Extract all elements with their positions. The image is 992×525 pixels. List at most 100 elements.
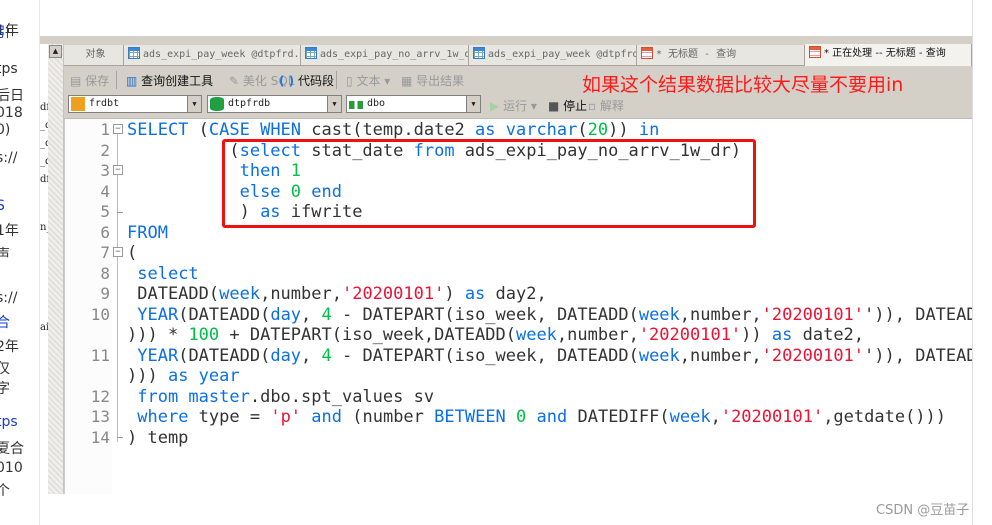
query-builder-icon: ▥ bbox=[126, 74, 138, 88]
code-token: (DATEADD( bbox=[178, 345, 271, 366]
browser-text-fragment: 018 bbox=[0, 105, 23, 121]
code-snippet-button[interactable]: ( ) 代码段 bbox=[279, 72, 334, 89]
code-token: ) bbox=[444, 284, 465, 304]
code-line: 1− SELECT (CASE WHEN cast(temp.date2 as v… bbox=[64, 120, 972, 141]
code-text: DATEADD(week,number,'20200101') as day2, bbox=[127, 284, 546, 305]
query-builder-button[interactable]: ▥ 查询创建工具 bbox=[126, 72, 213, 89]
code-line: 8 select bbox=[64, 264, 972, 285]
explain-label: 解释 bbox=[599, 99, 624, 113]
code-token: 100 bbox=[188, 325, 220, 345]
code-token: ( bbox=[188, 120, 209, 140]
schema-select[interactable]: dbo ▼ bbox=[346, 95, 481, 113]
code-line: 12 from master.dbo.spt_values sv bbox=[64, 387, 972, 408]
stop-icon: ■ bbox=[548, 99, 560, 113]
line-number: 12 bbox=[90, 386, 110, 406]
tab-5[interactable]: * 正在处理 -- 无标题 - 查询 bbox=[805, 44, 972, 66]
tab-label: ads_expi_pay_week @dtpfrd... bbox=[488, 49, 636, 60]
fold-toggle-icon[interactable]: − bbox=[113, 124, 123, 134]
code-token: ))) bbox=[127, 325, 158, 345]
fold-end-icon bbox=[117, 428, 123, 438]
database-icon bbox=[210, 97, 224, 111]
code-token: and bbox=[311, 407, 343, 427]
fold-toggle-icon[interactable]: − bbox=[113, 165, 123, 175]
code-token: in bbox=[638, 120, 660, 140]
code-token: as bbox=[771, 325, 793, 345]
export-icon: ▦ bbox=[401, 74, 413, 88]
stop-button[interactable]: ■ 停止 bbox=[548, 97, 587, 114]
browser-text-fragment: 2年 bbox=[0, 339, 19, 355]
code-token: 4 bbox=[321, 345, 332, 366]
code-token: DATEADD( bbox=[127, 284, 220, 304]
database-select[interactable]: dtpfrdb ▼ bbox=[207, 95, 342, 113]
explain-button[interactable]: ▫ 解释 bbox=[588, 97, 624, 114]
code-token: select bbox=[137, 263, 199, 284]
chevron-down-icon[interactable]: ▼ bbox=[466, 96, 480, 112]
tab-2[interactable]: ads_expi_pay_no_arrv_1w_d... bbox=[301, 45, 469, 65]
tab-label: * 正在处理 -- 无标题 - 查询 bbox=[824, 48, 946, 59]
tab-label: * 无标题 - 查询 bbox=[656, 49, 737, 60]
title-area bbox=[40, 0, 972, 36]
highlight-box bbox=[222, 139, 756, 228]
code-token: from master bbox=[137, 386, 250, 407]
line-number: 5 bbox=[100, 202, 110, 221]
tab-label: ads_expi_pay_week @dtpfrd... bbox=[143, 49, 301, 60]
code-token: ,number, bbox=[260, 284, 342, 304]
code-token: '20200101' bbox=[720, 407, 824, 427]
divider bbox=[336, 71, 337, 89]
code-token: )) bbox=[608, 120, 639, 140]
run-button[interactable]: ▶ 运行 ▾ bbox=[490, 97, 537, 114]
browser-text-fragment: 后日 bbox=[0, 88, 24, 104]
code-token: - DATEPART(iso_week, DATEADD( bbox=[331, 304, 639, 325]
chevron-down-icon[interactable]: ▼ bbox=[187, 96, 201, 112]
browser-text-fragment: s:// bbox=[0, 150, 18, 166]
tab-label: ads_expi_pay_no_arrv_1w_d... bbox=[320, 49, 468, 60]
code-text: ) temp bbox=[127, 428, 188, 449]
code-text: from master.dbo.spt_values sv bbox=[127, 387, 434, 408]
browser-text-fragment: 010 bbox=[0, 460, 23, 476]
code-line: 14) temp bbox=[64, 428, 972, 449]
code-token: type = bbox=[188, 407, 271, 427]
tab-1[interactable]: ads_expi_pay_week @dtpfrd... bbox=[124, 45, 301, 65]
code-token: YEAR bbox=[137, 345, 179, 366]
object-list-panel: df_df_df_df_1dfn_rfndail bbox=[40, 96, 73, 496]
line-number: 8 bbox=[100, 263, 110, 283]
code-token: )) bbox=[741, 325, 772, 345]
scroll-up-button[interactable]: ▲ bbox=[49, 45, 62, 58]
tab-4[interactable]: * 无标题 - 查询 bbox=[637, 45, 805, 65]
code-token: , bbox=[710, 407, 721, 427]
line-number: 10 bbox=[90, 304, 110, 324]
code-token: week bbox=[669, 407, 711, 427]
browser-text-fragment: S bbox=[0, 198, 5, 214]
code-token: ,number, bbox=[679, 345, 762, 366]
code-line: 10 YEAR(DATEADD(day, 4 - DATEPART(iso_we… bbox=[64, 305, 972, 326]
code-token: ,number, bbox=[679, 304, 762, 325]
code-token: date2, bbox=[792, 325, 865, 345]
line-number: 6 bbox=[100, 222, 110, 242]
save-label: 保存 bbox=[85, 74, 110, 88]
object-panel-scrollbar[interactable]: ▲ bbox=[48, 44, 64, 494]
menu-bar bbox=[40, 36, 972, 44]
fold-toggle-icon[interactable]: − bbox=[113, 247, 123, 257]
tab-0[interactable]: 对象 bbox=[64, 45, 124, 65]
text-button[interactable]: ▯ 文本 ▾ bbox=[346, 72, 390, 89]
explain-icon: ▫ bbox=[588, 99, 597, 113]
schema-value: dbo bbox=[367, 98, 386, 109]
query-builder-label: 查询创建工具 bbox=[141, 74, 214, 88]
line-number: 4 bbox=[100, 181, 110, 201]
connection-select[interactable]: frdbt ▼ bbox=[68, 95, 202, 113]
save-button[interactable]: ▤ 保存 bbox=[70, 72, 109, 89]
browser-text-fragment: 声 bbox=[0, 244, 10, 264]
code-token: FROM bbox=[127, 222, 168, 243]
chevron-down-icon[interactable]: ▼ bbox=[327, 96, 341, 112]
tab-3[interactable]: ads_expi_pay_week @dtpfrd... bbox=[469, 45, 637, 65]
export-results-button[interactable]: ▦ 导出结果 bbox=[401, 72, 464, 89]
code-token: where bbox=[137, 407, 189, 427]
code-text: SELECT (CASE WHEN cast(temp.date2 as var… bbox=[127, 120, 659, 141]
code-token: * bbox=[157, 325, 189, 345]
code-token: (number bbox=[342, 407, 435, 427]
brush-icon: ✎ bbox=[229, 74, 240, 88]
code-token: 4 bbox=[321, 304, 332, 325]
code-token: week bbox=[638, 304, 680, 325]
code-token: ))) bbox=[127, 366, 168, 386]
